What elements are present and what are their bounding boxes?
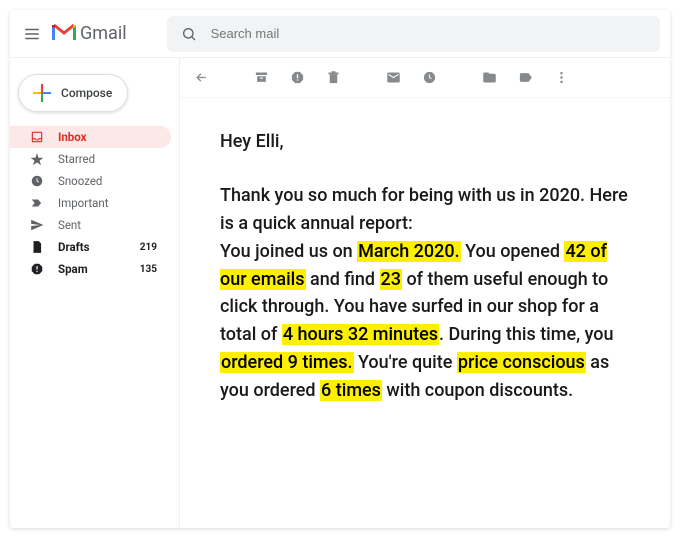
sidebar-item-count: 135 bbox=[140, 264, 157, 275]
header: Gmail bbox=[10, 10, 670, 58]
highlight: 4 hours 32 minutes bbox=[282, 324, 439, 345]
menu-icon[interactable] bbox=[20, 22, 44, 46]
sidebar-item-label: Spam bbox=[58, 262, 140, 276]
sidebar-item-important[interactable]: Important bbox=[10, 192, 171, 214]
search-icon bbox=[181, 26, 197, 42]
sidebar-item-label: Snoozed bbox=[58, 174, 157, 188]
report-spam-button[interactable] bbox=[288, 69, 306, 87]
sidebar-item-label: Starred bbox=[58, 152, 157, 166]
file-icon bbox=[30, 240, 44, 254]
folder-list: Inbox Starred Snoozed bbox=[10, 126, 179, 280]
clock-icon bbox=[30, 174, 44, 188]
sidebar-item-label: Drafts bbox=[58, 240, 140, 254]
highlight: 6 times bbox=[320, 380, 382, 401]
body: Compose Inbox Starred bbox=[10, 58, 670, 528]
gmail-logo[interactable]: Gmail bbox=[52, 21, 127, 47]
move-to-button[interactable] bbox=[480, 69, 498, 87]
highlight: March 2020. bbox=[357, 241, 460, 262]
archive-button[interactable] bbox=[252, 69, 270, 87]
main: Hey Elli, Thank you so much for being wi… bbox=[180, 58, 670, 528]
more-button[interactable] bbox=[552, 69, 570, 87]
email-greeting: Hey Elli, bbox=[220, 128, 630, 156]
sidebar-item-snoozed[interactable]: Snoozed bbox=[10, 170, 171, 192]
email-body: Hey Elli, Thank you so much for being wi… bbox=[180, 98, 670, 425]
email-paragraph: Thank you so much for being with us in 2… bbox=[220, 182, 630, 405]
back-button[interactable] bbox=[192, 69, 210, 87]
sidebar-item-drafts[interactable]: Drafts 219 bbox=[10, 236, 171, 258]
inbox-icon bbox=[30, 130, 44, 144]
gmail-m-icon bbox=[52, 21, 76, 47]
highlight: price conscious bbox=[457, 352, 586, 373]
compose-button[interactable]: Compose bbox=[18, 74, 128, 112]
star-icon bbox=[30, 152, 44, 166]
sidebar-item-sent[interactable]: Sent bbox=[10, 214, 171, 236]
sidebar-item-label: Inbox bbox=[58, 130, 157, 144]
labels-button[interactable] bbox=[516, 69, 534, 87]
delete-button[interactable] bbox=[324, 69, 342, 87]
highlight: 23 bbox=[380, 269, 402, 290]
important-icon bbox=[30, 196, 44, 210]
gmail-logo-text: Gmail bbox=[80, 23, 127, 44]
sidebar-item-label: Important bbox=[58, 196, 157, 210]
sidebar-item-starred[interactable]: Starred bbox=[10, 148, 171, 170]
compose-label: Compose bbox=[61, 86, 112, 100]
search-bar[interactable] bbox=[167, 16, 660, 52]
sent-icon bbox=[30, 218, 44, 232]
sidebar: Compose Inbox Starred bbox=[10, 58, 180, 528]
gmail-app: Gmail Compose Inbox bbox=[10, 10, 670, 528]
spam-icon bbox=[30, 262, 44, 276]
mark-unread-button[interactable] bbox=[384, 69, 402, 87]
plus-icon bbox=[33, 84, 51, 102]
search-input[interactable] bbox=[211, 26, 646, 41]
sidebar-item-inbox[interactable]: Inbox bbox=[10, 126, 171, 148]
sidebar-item-label: Sent bbox=[58, 218, 157, 232]
toolbar bbox=[180, 58, 670, 98]
highlight: ordered 9 times. bbox=[220, 352, 354, 373]
sidebar-item-count: 219 bbox=[140, 242, 157, 253]
sidebar-item-spam[interactable]: Spam 135 bbox=[10, 258, 171, 280]
snooze-button[interactable] bbox=[420, 69, 438, 87]
